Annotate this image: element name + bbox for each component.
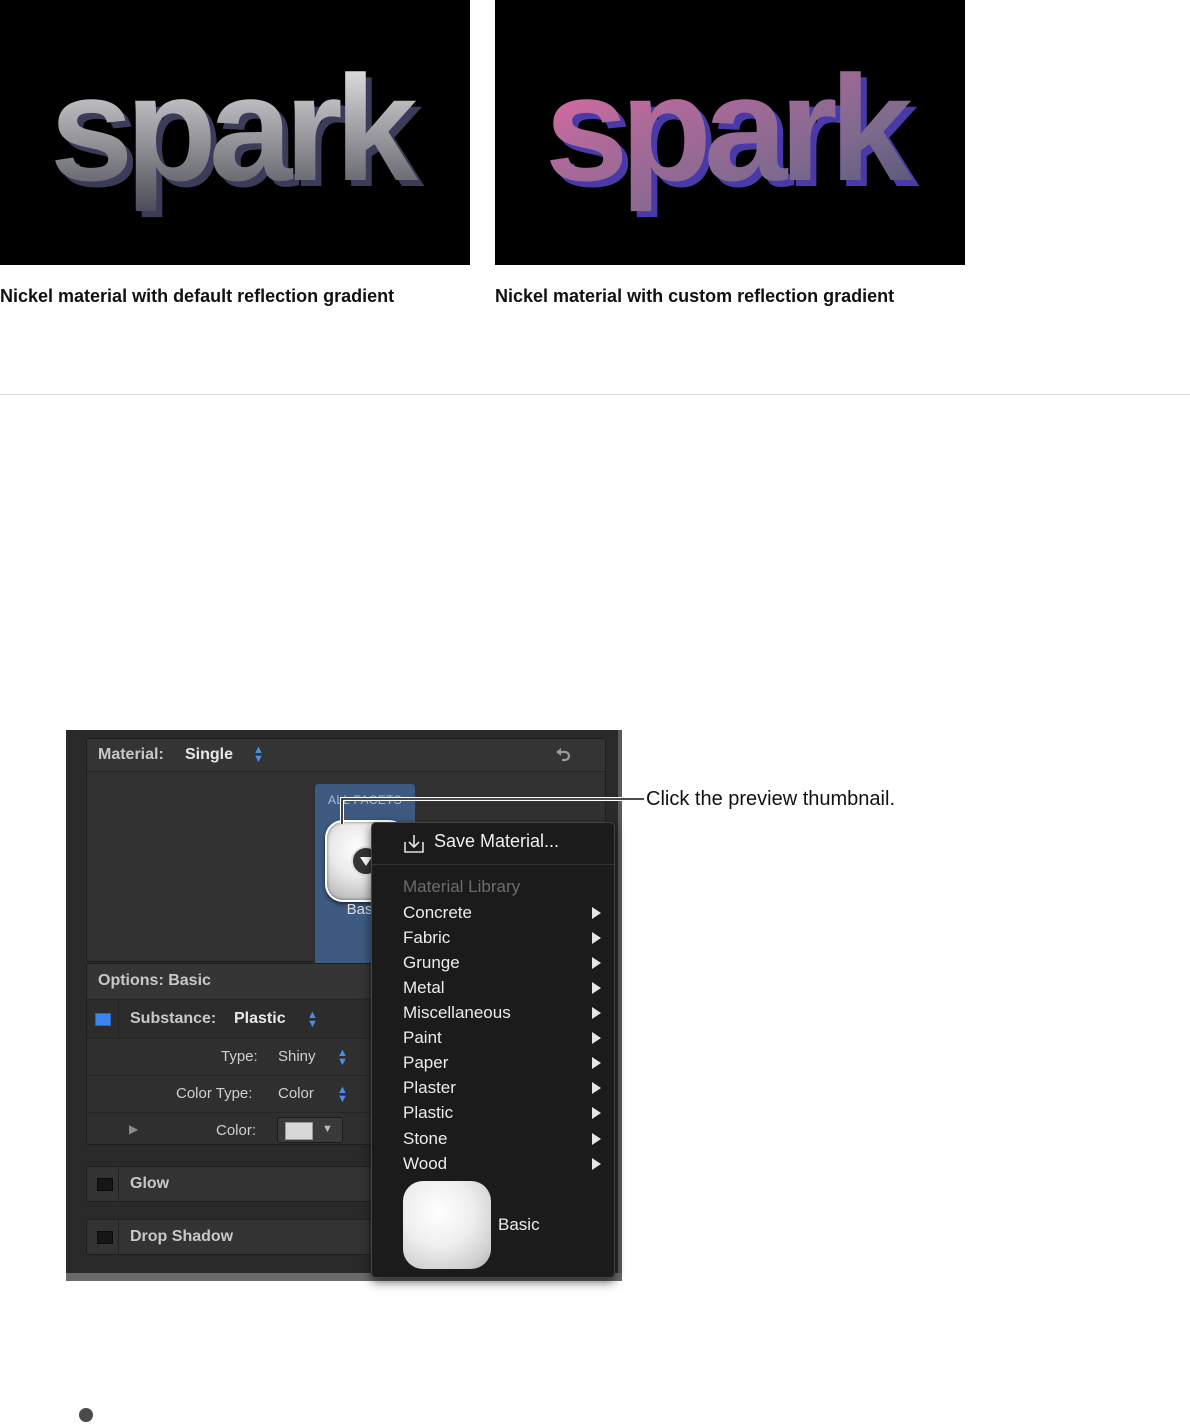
submenu-arrow-icon bbox=[592, 1057, 601, 1069]
drop-shadow-checkbox[interactable] bbox=[97, 1231, 113, 1244]
submenu-arrow-icon bbox=[592, 907, 601, 919]
spark-render-custom: spark spark bbox=[545, 44, 928, 218]
menu-item-grunge[interactable]: Grunge bbox=[403, 953, 460, 973]
menu-item-metal[interactable]: Metal bbox=[403, 978, 445, 998]
spark-text: spark bbox=[50, 44, 419, 212]
menu-separator bbox=[372, 864, 614, 865]
stepper-icon[interactable]: ▲ ▼ bbox=[253, 745, 264, 765]
menu-item-wood[interactable]: Wood bbox=[403, 1154, 447, 1174]
stepper-icon[interactable]: ▲ ▼ bbox=[337, 1085, 348, 1105]
menu-item-plastic[interactable]: Plastic bbox=[403, 1103, 453, 1123]
caption-custom: Nickel material with custom reflection g… bbox=[495, 286, 895, 306]
submenu-arrow-icon bbox=[592, 1158, 601, 1170]
caption-default: Nickel material with default reflection … bbox=[0, 286, 395, 306]
color-type-value[interactable]: Color bbox=[278, 1085, 314, 1102]
glow-checkbox[interactable] bbox=[97, 1178, 113, 1191]
material-library-header: Material Library bbox=[403, 877, 521, 896]
menu-item-paper[interactable]: Paper bbox=[403, 1053, 448, 1073]
submenu-arrow-icon bbox=[592, 1133, 601, 1145]
bullet-icon bbox=[79, 1408, 93, 1422]
substance-value[interactable]: Plastic bbox=[234, 1010, 286, 1028]
type-label: Type: bbox=[221, 1048, 258, 1065]
menu-item-fabric[interactable]: Fabric bbox=[403, 928, 450, 948]
menu-item-stone[interactable]: Stone bbox=[403, 1129, 447, 1149]
stepper-icon[interactable]: ▲ ▼ bbox=[307, 1010, 318, 1030]
row-divider bbox=[118, 1220, 119, 1254]
callout-text: Click the preview thumbnail. bbox=[646, 788, 895, 810]
chevron-down-icon[interactable]: ▼ bbox=[322, 1123, 333, 1135]
disclosure-triangle-icon[interactable]: ▶ bbox=[129, 1122, 138, 1136]
spark-render-default: spark spark bbox=[50, 44, 433, 218]
preview-default-gradient: spark spark bbox=[0, 0, 470, 265]
substance-label: Substance: bbox=[130, 1010, 217, 1027]
basic-material-thumbnail[interactable] bbox=[403, 1181, 491, 1269]
menu-item-plaster[interactable]: Plaster bbox=[403, 1078, 456, 1098]
menu-item-concrete[interactable]: Concrete bbox=[403, 903, 472, 923]
basic-material-label[interactable]: Basic bbox=[498, 1215, 540, 1235]
material-preview-menu: Save Material... Material Library Concre… bbox=[371, 822, 615, 1278]
spark-text: spark bbox=[545, 44, 914, 212]
stepper-icon[interactable]: ▲ ▼ bbox=[337, 1048, 348, 1068]
row-divider bbox=[118, 1167, 119, 1201]
menu-item-paint[interactable]: Paint bbox=[403, 1028, 442, 1048]
submenu-arrow-icon bbox=[592, 1032, 601, 1044]
save-material-icon bbox=[404, 835, 424, 853]
type-value[interactable]: Shiny bbox=[278, 1048, 316, 1065]
material-label: Material: bbox=[98, 746, 164, 763]
undo-icon[interactable] bbox=[555, 746, 571, 764]
color-type-label: Color Type: bbox=[176, 1085, 253, 1102]
color-swatch[interactable]: ▼ bbox=[277, 1117, 343, 1143]
material-value[interactable]: Single bbox=[185, 746, 233, 764]
preview-custom-gradient: spark spark bbox=[495, 0, 965, 265]
glow-label[interactable]: Glow bbox=[130, 1175, 169, 1193]
save-material-menu-item[interactable]: Save Material... bbox=[434, 831, 559, 852]
menu-item-miscellaneous[interactable]: Miscellaneous bbox=[403, 1003, 511, 1023]
submenu-arrow-icon bbox=[592, 1007, 601, 1019]
submenu-arrow-icon bbox=[592, 982, 601, 994]
submenu-arrow-icon bbox=[592, 957, 601, 969]
substance-checkbox[interactable] bbox=[95, 1013, 111, 1026]
options-label: Options: Basic bbox=[98, 972, 211, 989]
submenu-arrow-icon bbox=[592, 1107, 601, 1119]
submenu-arrow-icon bbox=[592, 932, 601, 944]
divider bbox=[0, 394, 1190, 395]
color-label: Color: bbox=[216, 1122, 257, 1139]
submenu-arrow-icon bbox=[592, 1082, 601, 1094]
row-divider bbox=[118, 1000, 119, 1038]
color-swatch-fill bbox=[285, 1122, 313, 1140]
drop-shadow-label[interactable]: Drop Shadow bbox=[130, 1228, 233, 1246]
material-header: Material: Single ▲ ▼ bbox=[87, 739, 605, 772]
